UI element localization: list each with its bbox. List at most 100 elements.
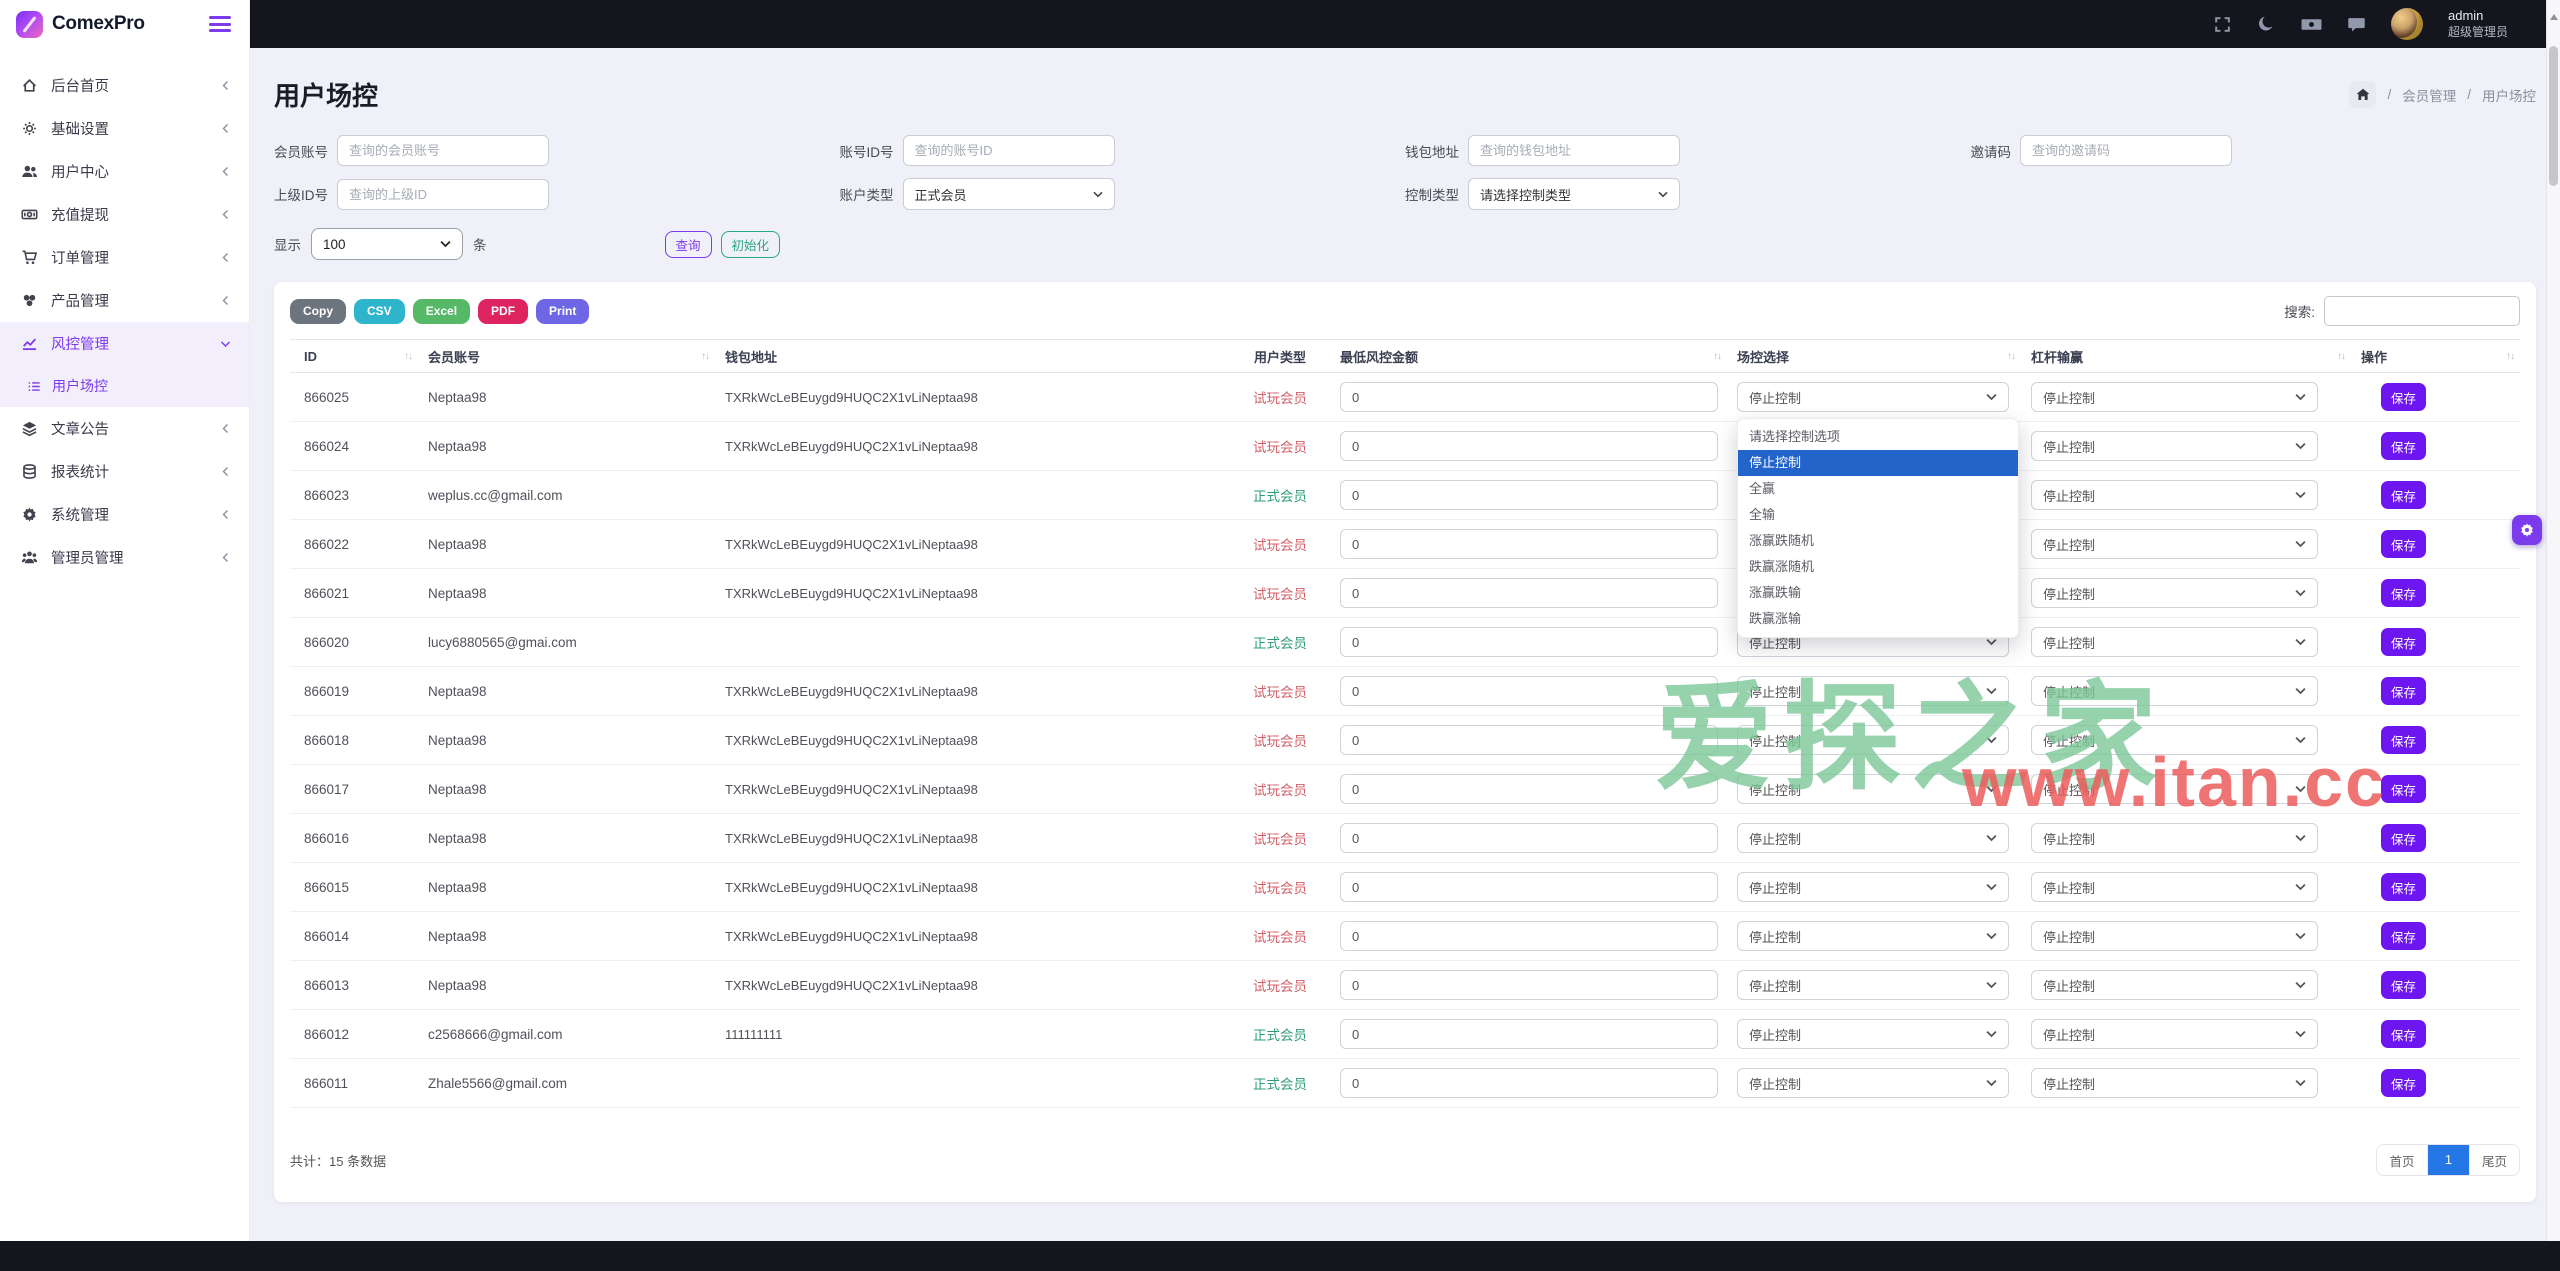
sidebar-item-products[interactable]: 产品管理 (0, 279, 249, 322)
sidebar-item-risk-control[interactable]: 风控管理 (0, 322, 249, 365)
pagination-first[interactable]: 首页 (2377, 1145, 2427, 1175)
min-risk-amount-input[interactable] (1340, 774, 1718, 804)
dropdown-option[interactable]: 涨赢跌随机 (1738, 528, 2018, 554)
scene-control-select[interactable]: 停止控制 (1737, 872, 2009, 902)
dropdown-option[interactable]: 跌赢涨随机 (1738, 554, 2018, 580)
save-button[interactable]: 保存 (2381, 677, 2426, 705)
page-size-select[interactable]: 100 (311, 228, 463, 260)
save-button[interactable]: 保存 (2381, 824, 2426, 852)
save-button[interactable]: 保存 (2381, 873, 2426, 901)
copy-button[interactable]: Copy (290, 299, 346, 324)
account-type-select[interactable]: 正式会员 (903, 178, 1115, 210)
print-button[interactable]: Print (536, 299, 589, 324)
lever-select[interactable]: 停止控制 (2031, 431, 2318, 461)
invite-code-input[interactable] (2020, 135, 2232, 166)
scene-control-select[interactable]: 停止控制 (1737, 921, 2009, 951)
scene-control-select[interactable]: 停止控制 (1737, 1019, 2009, 1049)
save-button[interactable]: 保存 (2381, 432, 2426, 460)
pagination-current[interactable]: 1 (2427, 1145, 2469, 1175)
min-risk-amount-input[interactable] (1340, 1068, 1718, 1098)
lever-select[interactable]: 停止控制 (2031, 529, 2318, 559)
sort-icon[interactable] (2337, 351, 2345, 362)
chat-icon[interactable] (2347, 15, 2366, 34)
wallet-address-input[interactable] (1468, 135, 1680, 166)
sidebar-item-system[interactable]: 系统管理 (0, 493, 249, 536)
lever-select[interactable]: 停止控制 (2031, 970, 2318, 1000)
sort-icon[interactable] (701, 351, 709, 362)
scene-control-select[interactable]: 停止控制 (1737, 725, 2009, 755)
lever-select[interactable]: 停止控制 (2031, 578, 2318, 608)
moon-icon[interactable] (2257, 15, 2276, 34)
min-risk-amount-input[interactable] (1340, 1019, 1718, 1049)
save-button[interactable]: 保存 (2381, 383, 2426, 411)
lever-select[interactable]: 停止控制 (2031, 823, 2318, 853)
dropdown-option[interactable]: 全输 (1738, 502, 2018, 528)
save-button[interactable]: 保存 (2381, 481, 2426, 509)
min-risk-amount-input[interactable] (1340, 431, 1718, 461)
query-button[interactable]: 查询 (665, 231, 712, 258)
admin-info[interactable]: admin 超级管理员 (2448, 8, 2508, 40)
min-risk-amount-input[interactable] (1340, 529, 1718, 559)
save-button[interactable]: 保存 (2381, 579, 2426, 607)
save-button[interactable]: 保存 (2381, 971, 2426, 999)
sidebar-item-recharge-withdraw[interactable]: 充值提现 (0, 193, 249, 236)
parent-id-input[interactable] (337, 179, 549, 210)
save-button[interactable]: 保存 (2381, 922, 2426, 950)
sort-icon[interactable] (1713, 351, 1721, 362)
avatar[interactable] (2391, 8, 2423, 40)
pdf-button[interactable]: PDF (478, 299, 528, 324)
lever-select[interactable]: 停止控制 (2031, 1068, 2318, 1098)
reset-button[interactable]: 初始化 (721, 231, 781, 258)
control-type-select[interactable]: 请选择控制类型 (1468, 178, 1680, 210)
lever-select[interactable]: 停止控制 (2031, 774, 2318, 804)
sidebar-item-user-center[interactable]: 用户中心 (0, 150, 249, 193)
account-id-input[interactable] (903, 135, 1115, 166)
lever-select[interactable]: 停止控制 (2031, 725, 2318, 755)
dropdown-option[interactable]: 跌赢涨输 (1738, 606, 2018, 632)
sidebar-item-reports[interactable]: 报表统计 (0, 450, 249, 493)
lever-select[interactable]: 停止控制 (2031, 1019, 2318, 1049)
scene-control-select[interactable]: 停止控制 (1737, 970, 2009, 1000)
scene-control-select[interactable]: 停止控制 (1737, 1068, 2009, 1098)
min-risk-amount-input[interactable] (1340, 872, 1718, 902)
sort-icon[interactable] (404, 351, 412, 362)
min-risk-amount-input[interactable] (1340, 578, 1718, 608)
min-risk-amount-input[interactable] (1340, 382, 1718, 412)
min-risk-amount-input[interactable] (1340, 480, 1718, 510)
min-risk-amount-input[interactable] (1340, 627, 1718, 657)
sidebar-item-user-scene-control[interactable]: 用户场控 (0, 365, 249, 407)
save-button[interactable]: 保存 (2381, 726, 2426, 754)
scene-control-select[interactable]: 停止控制 (1737, 676, 2009, 706)
sort-icon[interactable] (2506, 351, 2514, 362)
sidebar-item-admins[interactable]: 管理员管理 (0, 536, 249, 579)
member-account-input[interactable] (337, 135, 549, 166)
sidebar-item-basic-settings[interactable]: 基础设置 (0, 107, 249, 150)
dropdown-option[interactable]: 停止控制 (1738, 450, 2018, 476)
lever-select[interactable]: 停止控制 (2031, 627, 2318, 657)
scrollbar-thumb[interactable] (2549, 46, 2558, 186)
scene-control-select[interactable]: 停止控制 (1737, 774, 2009, 804)
lever-select[interactable]: 停止控制 (2031, 872, 2318, 902)
dropdown-option[interactable]: 请选择控制选项 (1738, 424, 2018, 450)
dropdown-option[interactable]: 全赢 (1738, 476, 2018, 502)
min-risk-amount-input[interactable] (1340, 725, 1718, 755)
lever-select[interactable]: 停止控制 (2031, 676, 2318, 706)
save-button[interactable]: 保存 (2381, 530, 2426, 558)
sidebar-toggle-icon[interactable] (209, 16, 231, 32)
save-button[interactable]: 保存 (2381, 1069, 2426, 1097)
cash-icon[interactable] (2301, 15, 2322, 34)
min-risk-amount-input[interactable] (1340, 676, 1718, 706)
lever-select[interactable]: 停止控制 (2031, 480, 2318, 510)
breadcrumb-item[interactable]: 会员管理 (2402, 85, 2456, 105)
scene-control-select[interactable]: 停止控制 (1737, 823, 2009, 853)
dropdown-option[interactable]: 涨赢跌输 (1738, 580, 2018, 606)
min-risk-amount-input[interactable] (1340, 921, 1718, 951)
table-search-input[interactable] (2324, 296, 2520, 326)
scrollbar-up-arrow[interactable] (2550, 14, 2558, 20)
sidebar-item-orders[interactable]: 订单管理 (0, 236, 249, 279)
settings-gear-button[interactable] (2512, 515, 2542, 545)
scene-control-select[interactable]: 停止控制 (1737, 382, 2009, 412)
excel-button[interactable]: Excel (413, 299, 470, 324)
fullscreen-icon[interactable] (2213, 15, 2232, 34)
min-risk-amount-input[interactable] (1340, 823, 1718, 853)
